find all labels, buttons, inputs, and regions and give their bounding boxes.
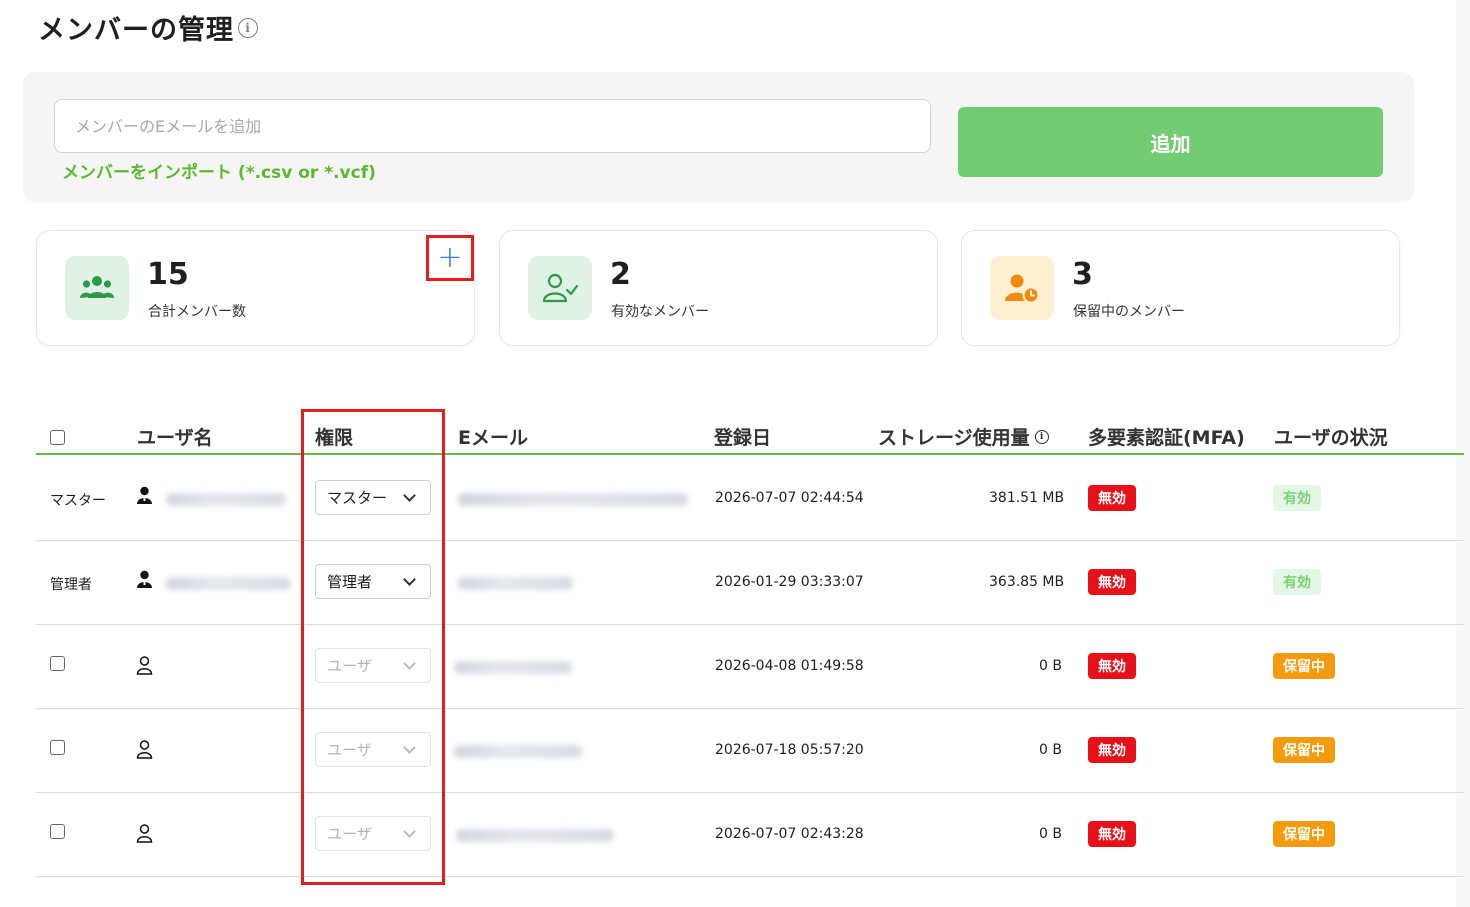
registered-date: 2026-07-18 05:57:20 — [715, 742, 864, 758]
mfa-badge: 無効 — [1088, 569, 1136, 595]
row-checkbox[interactable] — [50, 740, 65, 755]
blurred-email — [458, 493, 688, 506]
header-registered[interactable]: 登録日 — [714, 423, 771, 450]
user-check-icon — [528, 256, 592, 320]
status-badge: 保留中 — [1273, 821, 1335, 847]
row-checkbox[interactable] — [50, 656, 65, 671]
user-outline-icon — [136, 740, 153, 763]
mfa-badge: 無効 — [1088, 821, 1136, 847]
stat-card-total-members: 15 合計メンバー数 + — [36, 230, 475, 346]
mfa-badge: 無効 — [1088, 737, 1136, 763]
add-member-panel: メンバーをインポート (*.csv or *.vcf) 追加 — [23, 72, 1414, 202]
storage-usage: 0 B — [1039, 826, 1062, 842]
row-role-label: マスター — [50, 493, 106, 509]
info-icon[interactable]: i — [238, 17, 258, 38]
role-select-value: ユーザ — [327, 741, 372, 759]
add-member-button[interactable]: 追加 — [958, 107, 1383, 177]
stat-total-label: 合計メンバー数 — [148, 304, 246, 320]
stat-card-active-members: 2 有効なメンバー — [499, 230, 938, 346]
registered-date: 2026-07-07 02:44:54 — [715, 490, 864, 506]
header-storage-label: ストレージ使用量 — [878, 427, 1030, 449]
stat-pending-number: 3 — [1072, 257, 1093, 292]
import-members-link[interactable]: メンバーをインポート (*.csv or *.vcf) — [62, 158, 376, 183]
user-filled-icon — [136, 570, 153, 593]
registered-date: 2026-01-29 03:33:07 — [715, 574, 864, 590]
users-group-icon — [65, 256, 129, 320]
header-storage[interactable]: ストレージ使用量 i — [878, 423, 1049, 450]
mfa-badge: 無効 — [1088, 653, 1136, 679]
table-row[interactable]: ユーザ 2026-07-18 05:57:20 0 B 無効 保留中 — [36, 709, 1464, 793]
stat-total-number: 15 — [147, 257, 189, 292]
storage-usage: 363.85 MB — [989, 574, 1065, 590]
blurred-email — [458, 577, 573, 590]
plus-icon[interactable]: + — [437, 243, 462, 273]
chevron-down-icon — [403, 489, 416, 502]
role-select[interactable]: ユーザ — [315, 648, 431, 683]
user-outline-icon — [136, 824, 153, 847]
chevron-down-icon — [403, 657, 416, 670]
table-row[interactable]: ユーザ 2026-07-07 02:43:28 0 B 無効 保留中 — [36, 793, 1464, 877]
header-role[interactable]: 権限 — [315, 423, 353, 450]
header-status[interactable]: ユーザの状況 — [1274, 423, 1388, 450]
row-role-label: 管理者 — [50, 577, 92, 593]
status-badge: 保留中 — [1273, 653, 1335, 679]
member-email-input[interactable] — [54, 99, 931, 153]
role-select[interactable]: マスター — [315, 480, 431, 515]
page-title-text: メンバーの管理 — [38, 15, 234, 46]
add-stat-highlight: + — [426, 235, 474, 281]
chevron-down-icon — [403, 573, 416, 586]
chevron-down-icon — [403, 825, 416, 838]
stat-active-label: 有効なメンバー — [611, 304, 709, 320]
blurred-username — [166, 577, 291, 590]
role-select[interactable]: 管理者 — [315, 564, 431, 599]
user-outline-icon — [136, 656, 153, 679]
header-email[interactable]: Eメール — [458, 423, 528, 450]
stat-active-number: 2 — [610, 257, 631, 292]
stat-pending-label: 保留中のメンバー — [1073, 304, 1185, 320]
registered-date: 2026-07-07 02:43:28 — [715, 826, 864, 842]
role-select[interactable]: ユーザ — [315, 816, 431, 851]
table-row[interactable]: ユーザ 2026-04-08 01:49:58 0 B 無効 保留中 — [36, 625, 1464, 709]
role-select[interactable]: ユーザ — [315, 732, 431, 767]
info-icon[interactable]: i — [1034, 429, 1049, 444]
blurred-email — [454, 661, 572, 674]
storage-usage: 381.51 MB — [989, 490, 1065, 506]
user-filled-icon — [136, 486, 153, 509]
row-checkbox[interactable] — [50, 824, 65, 839]
header-mfa[interactable]: 多要素認証(MFA) — [1088, 423, 1245, 450]
header-username[interactable]: ユーザ名 — [137, 423, 213, 450]
chevron-down-icon — [403, 741, 416, 754]
storage-usage: 0 B — [1039, 658, 1062, 674]
role-select-value: 管理者 — [327, 573, 373, 591]
page-title: メンバーの管理 i — [38, 8, 258, 47]
blurred-username — [166, 493, 286, 506]
role-select-value: ユーザ — [327, 825, 372, 843]
user-clock-icon — [990, 256, 1054, 320]
storage-usage: 0 B — [1039, 742, 1062, 758]
registered-date: 2026-04-08 01:49:58 — [715, 658, 864, 674]
table-row[interactable]: 管理者 管理者 2026-01-29 03:33:07 363.85 MB 無効… — [36, 541, 1464, 625]
blurred-email — [456, 829, 614, 842]
table-row[interactable]: マスター マスター 2026-07-07 02:44:54 381.51 MB … — [36, 457, 1464, 541]
stat-card-pending-members: 3 保留中のメンバー — [961, 230, 1400, 346]
blurred-email — [454, 745, 582, 758]
role-select-value: マスター — [327, 489, 388, 507]
status-badge: 有効 — [1273, 485, 1321, 511]
role-select-value: ユーザ — [327, 657, 372, 675]
status-badge: 保留中 — [1273, 737, 1335, 763]
table-header: ユーザ名 権限 Eメール 登録日 ストレージ使用量 i 多要素認証(MFA) ユ… — [36, 412, 1464, 455]
mfa-badge: 無効 — [1088, 485, 1136, 511]
status-badge: 有効 — [1273, 569, 1321, 595]
select-all-checkbox[interactable] — [50, 430, 65, 445]
